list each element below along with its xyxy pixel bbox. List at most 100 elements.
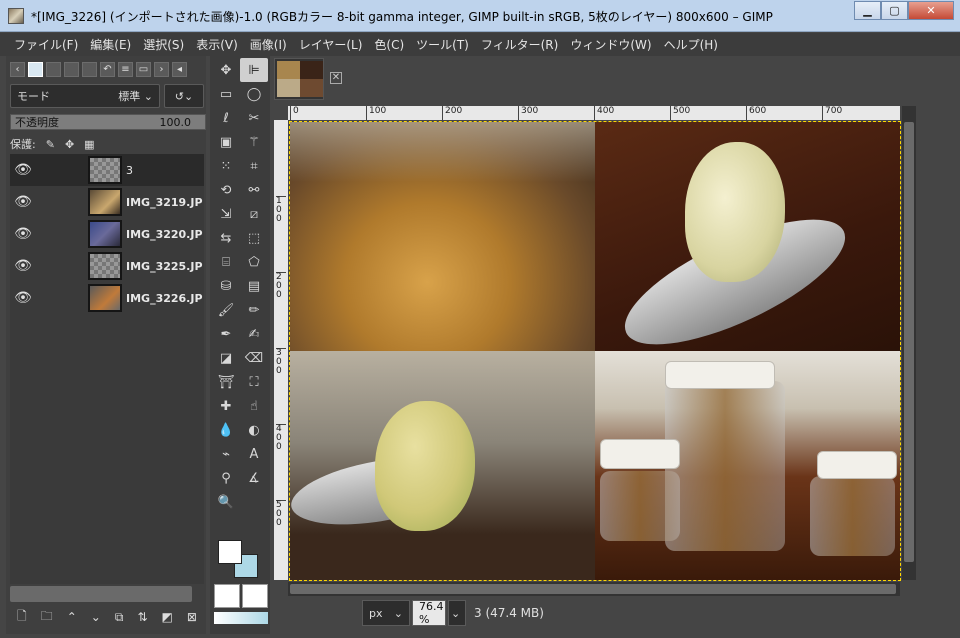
chevron-right-icon[interactable]: ›: [154, 61, 169, 77]
image-tab[interactable]: [274, 58, 324, 100]
menu-help[interactable]: ヘルプ(H): [658, 36, 724, 53]
menu-view[interactable]: 表示(V): [190, 36, 244, 53]
warp-icon[interactable]: ⚯: [240, 178, 268, 202]
mode-value: 標準: [118, 90, 141, 103]
blur-icon[interactable]: 💧: [212, 418, 240, 442]
cage-icon[interactable]: ⌸: [212, 250, 240, 274]
color-swatches[interactable]: [218, 540, 268, 580]
crop-icon[interactable]: ⌗: [240, 154, 268, 178]
zoom-dropdown-button[interactable]: ⌄: [448, 600, 466, 626]
lower-layer-icon[interactable]: ⌄: [91, 610, 101, 624]
menu-windows[interactable]: ウィンドウ(W): [564, 36, 657, 53]
chevron-left-icon[interactable]: ‹: [10, 61, 25, 77]
perspective-clone-icon[interactable]: ⛶: [240, 370, 268, 394]
opacity-slider[interactable]: 不透明度 100.0: [10, 114, 206, 130]
minimize-button[interactable]: ▁: [854, 1, 881, 20]
rect-select-icon[interactable]: ▭: [212, 82, 240, 106]
eraser-icon[interactable]: ⌫: [240, 346, 268, 370]
layer-row[interactable]: 👁 IMG_3226.JP: [10, 282, 204, 314]
airbrush-icon[interactable]: ✒: [212, 322, 240, 346]
raise-layer-icon[interactable]: ⌃: [67, 610, 77, 624]
shear-icon[interactable]: ⧄: [240, 202, 268, 226]
menu-layer[interactable]: レイヤー(L): [293, 36, 369, 53]
zoom-icon[interactable]: 🔍: [212, 490, 240, 514]
pencil-icon[interactable]: ✏: [240, 298, 268, 322]
image-canvas[interactable]: [289, 121, 901, 581]
eye-icon[interactable]: 👁: [10, 194, 36, 210]
transform-icon[interactable]: ⟲: [212, 178, 240, 202]
mode-select[interactable]: モード 標準 ⌄: [10, 84, 160, 108]
layers-scrollbar[interactable]: [10, 586, 192, 602]
menu-select[interactable]: 選択(S): [137, 36, 190, 53]
free-select-icon[interactable]: ℓ: [212, 106, 240, 130]
color-picker-icon[interactable]: ⚲: [212, 466, 240, 490]
eye-icon[interactable]: 👁: [10, 162, 36, 178]
horizontal-scrollbar[interactable]: [288, 582, 900, 596]
layer-row[interactable]: 👁 3: [10, 154, 204, 186]
new-layer-icon[interactable]: 🗋: [17, 607, 27, 628]
eye-icon[interactable]: 👁: [10, 258, 36, 274]
merge-down-icon[interactable]: ⇅: [137, 610, 147, 624]
gradient-preview[interactable]: [214, 612, 268, 624]
foreground-select-icon[interactable]: ▣: [212, 130, 240, 154]
delete-layer-icon[interactable]: ⊠: [187, 610, 197, 624]
text-icon[interactable]: A: [240, 442, 268, 466]
zoom-input[interactable]: 76.4 %: [412, 600, 446, 626]
move-tool-icon[interactable]: ✥: [212, 58, 240, 82]
perspective-icon[interactable]: ⬚: [240, 226, 268, 250]
menu-image[interactable]: 画像(I): [244, 36, 293, 53]
lock-position-icon[interactable]: ✥: [65, 138, 74, 151]
close-button[interactable]: ✕: [908, 1, 954, 20]
layer-row[interactable]: 👁 IMG_3225.JP: [10, 250, 204, 282]
undo-history-tab-icon[interactable]: ↶: [100, 61, 115, 77]
new-group-icon[interactable]: 🗀: [41, 607, 53, 628]
scale-icon[interactable]: ⇲: [212, 202, 240, 226]
paintbrush-icon[interactable]: 🖌: [212, 298, 240, 322]
clone-icon[interactable]: ⛩: [212, 370, 240, 394]
bucket-fill-icon[interactable]: ⛁: [212, 274, 240, 298]
measure-icon[interactable]: ∡: [240, 466, 268, 490]
pattern-tab-icon[interactable]: [82, 61, 97, 77]
menu-tools[interactable]: ツール(T): [410, 36, 475, 53]
layer-row[interactable]: 👁 IMG_3220.JP: [10, 218, 204, 250]
scissors-icon[interactable]: ✂: [240, 106, 268, 130]
add-mask-icon[interactable]: ◩: [162, 610, 173, 624]
duplicate-layer-icon[interactable]: ⧉: [115, 610, 124, 625]
align-tool-icon[interactable]: ⊫: [240, 58, 268, 82]
fuzzy-select-icon[interactable]: ⚚: [240, 130, 268, 154]
dock-menu-icon[interactable]: ◂: [172, 61, 187, 77]
lock-pixels-icon[interactable]: ✎: [46, 138, 55, 151]
lock-alpha-icon[interactable]: ▦: [84, 138, 94, 151]
heal-icon[interactable]: ✚: [212, 394, 240, 418]
flip-icon[interactable]: ⇆: [212, 226, 240, 250]
ink-icon[interactable]: ✍: [240, 322, 268, 346]
mypaint-brush-icon[interactable]: ◪: [212, 346, 240, 370]
menu-file[interactable]: ファイル(F): [8, 36, 84, 53]
images-tab-icon[interactable]: ▭: [136, 61, 151, 77]
pattern-preview[interactable]: [242, 584, 268, 608]
unit-select[interactable]: px ⌄: [362, 600, 410, 626]
vertical-scrollbar[interactable]: [902, 106, 916, 580]
gradient-icon[interactable]: ▤: [240, 274, 268, 298]
smudge-icon[interactable]: ☝: [240, 394, 268, 418]
close-tab-icon[interactable]: ✕: [330, 72, 342, 84]
handle-transform-icon[interactable]: ⬠: [240, 250, 268, 274]
menu-edit[interactable]: 編集(E): [84, 36, 137, 53]
layer-row[interactable]: 👁 IMG_3219.JP: [10, 186, 204, 218]
paths-icon[interactable]: ⌁: [212, 442, 240, 466]
menu-filters[interactable]: フィルター(R): [475, 36, 564, 53]
foreground-color-swatch[interactable]: [218, 540, 242, 564]
brush-preview[interactable]: [214, 584, 240, 608]
eye-icon[interactable]: 👁: [10, 226, 36, 242]
mode-reset-button[interactable]: ↺⌄: [164, 84, 204, 108]
brushes-tab-icon[interactable]: ≡: [118, 61, 133, 77]
channels-tab-icon[interactable]: [46, 61, 61, 77]
layers-tab-icon[interactable]: [28, 61, 43, 77]
ellipse-select-icon[interactable]: ◯: [240, 82, 268, 106]
menu-colors[interactable]: 色(C): [368, 36, 410, 53]
eye-icon[interactable]: 👁: [10, 290, 36, 306]
maximize-button[interactable]: ▢: [881, 1, 908, 20]
paths-tab-icon[interactable]: [64, 61, 79, 77]
by-color-select-icon[interactable]: ⁙: [212, 154, 240, 178]
dodge-icon[interactable]: ◐: [240, 418, 268, 442]
